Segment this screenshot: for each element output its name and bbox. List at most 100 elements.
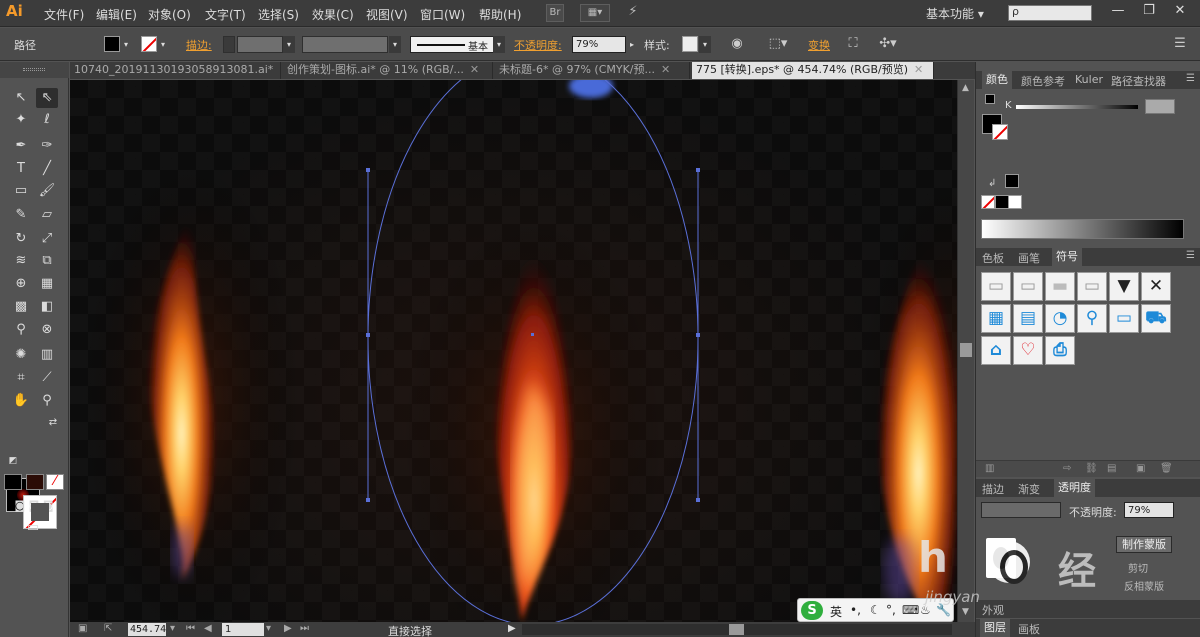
menu-select[interactable]: 选择(S) — [258, 6, 299, 23]
free-transform-tool-icon[interactable]: ⧉ — [36, 251, 58, 271]
gradient-tool-icon[interactable]: ◧ — [36, 297, 58, 317]
variable-width-profile[interactable] — [302, 36, 388, 53]
tab-close-icon[interactable]: ✕ — [661, 63, 670, 76]
place-symbol-icon[interactable]: ⇨ — [1063, 463, 1071, 474]
clip-checkbox-label[interactable]: 剪切 — [1128, 560, 1148, 575]
perspective-grid-tool-icon[interactable]: ▦ — [36, 274, 58, 294]
stroke-label[interactable]: 描边: — [186, 37, 212, 53]
dot-icon[interactable]: °, — [886, 603, 896, 617]
stroke-weight-stepper[interactable] — [223, 36, 235, 53]
tab-transparency[interactable]: 透明度 — [1054, 479, 1095, 497]
default-fill-stroke-icon[interactable]: ◩ — [2, 451, 24, 471]
stroke-dropdown-icon[interactable]: ▾ — [158, 36, 168, 53]
transparency-opacity-field[interactable]: 79% — [1124, 502, 1174, 518]
magic-wand-tool-icon[interactable]: ✦ — [10, 110, 32, 130]
tab-layers[interactable]: 图层 — [980, 619, 1010, 637]
zoom-tool-icon[interactable]: ⚲ — [36, 391, 58, 411]
type-tool-icon[interactable]: T — [10, 159, 32, 179]
align-to-selection-icon[interactable]: ⬚▾ — [765, 35, 791, 53]
none-swatch[interactable] — [981, 195, 995, 209]
scale-tool-icon[interactable]: ⤢ — [36, 229, 58, 249]
restore-button[interactable]: ❐ — [1135, 2, 1163, 20]
sogou-logo[interactable]: S — [801, 601, 823, 620]
swap-fill-stroke-icon[interactable]: ⇄ — [42, 413, 64, 433]
menu-object[interactable]: 对象(O) — [148, 6, 191, 23]
delete-symbol-icon[interactable]: 🗑 — [1160, 463, 1173, 474]
tab-artboards[interactable]: 画板 — [1018, 621, 1040, 637]
recolor-artwork-icon[interactable]: ◉ — [727, 35, 747, 53]
blend-tool-icon[interactable]: ⊗ — [36, 320, 58, 340]
brush-definition[interactable]: 基本 — [410, 36, 505, 53]
new-symbol-icon[interactable]: ▣ — [1136, 463, 1145, 474]
symbol-close-icon[interactable]: ✕ — [1141, 272, 1171, 301]
symbol-options-icon[interactable]: ▤ — [1107, 463, 1116, 474]
shape-builder-tool-icon[interactable]: ⊕ — [10, 274, 32, 294]
workspace-switcher[interactable]: 基本功能 ▾ — [926, 5, 984, 22]
anchor-point[interactable] — [366, 168, 370, 172]
tab-close-icon[interactable]: ✕ — [470, 63, 479, 76]
eraser-tool-icon[interactable]: ▱ — [36, 205, 58, 225]
stroke-weight-dropdown-icon[interactable]: ▾ — [283, 36, 295, 53]
graphic-style-swatch[interactable] — [682, 36, 698, 52]
tab-kuler[interactable]: Kuler — [1075, 73, 1103, 86]
next-artboard-icon[interactable]: ▶ — [284, 623, 292, 634]
menu-help[interactable]: 帮助(H) — [479, 6, 521, 23]
gpu-performance-icon[interactable]: ⚡ — [622, 4, 644, 22]
tab-close-icon[interactable]: ✕ — [279, 63, 280, 76]
stroke-weight-field[interactable] — [237, 36, 283, 53]
horizontal-scrollbar[interactable] — [522, 624, 952, 635]
color-stroke-swatch[interactable] — [992, 124, 1008, 140]
symbol-search-icon[interactable]: ⚲ — [1077, 304, 1107, 333]
pencil-tool-icon[interactable]: ✎ — [10, 205, 32, 225]
symbol-slider-icon[interactable]: ▭ — [1077, 272, 1107, 301]
direct-selection-tool-icon[interactable]: ⇖ — [36, 88, 58, 108]
tab-swatches[interactable]: 色板 — [982, 250, 1004, 266]
hand-tool-icon[interactable]: ✋ — [10, 391, 32, 411]
horizontal-scroll-thumb[interactable] — [729, 624, 744, 635]
tab-stroke[interactable]: 描边 — [982, 481, 1004, 497]
tab-document-2[interactable]: 创作策划-图标.ai* @ 11% (RGB/... ✕ — [283, 62, 493, 79]
tab-symbols[interactable]: 符号 — [1052, 248, 1082, 266]
status-menu-icon[interactable]: ▶ — [508, 623, 516, 634]
gradient-mode-icon[interactable] — [26, 474, 44, 490]
tab-pathfinder[interactable]: 路径查找器 — [1111, 73, 1166, 89]
make-mask-button[interactable]: 制作蒙版 — [1116, 536, 1172, 553]
white-quick-swatch[interactable] — [1008, 195, 1022, 209]
symbol-calendar-icon[interactable]: ▦ — [981, 304, 1011, 333]
toolbox-grip[interactable] — [0, 62, 69, 78]
menu-edit[interactable]: 编辑(E) — [96, 6, 137, 23]
fill-swatch[interactable] — [104, 36, 120, 52]
menu-type[interactable]: 文字(T) — [205, 6, 246, 23]
first-artboard-icon[interactable]: ⏮ — [186, 623, 195, 634]
bridge-button[interactable]: Br — [546, 4, 564, 22]
tab-document-3[interactable]: 未标题-6* @ 97% (CMYK/预... ✕ — [495, 62, 690, 79]
tab-color-guide[interactable]: 颜色参考 — [1021, 73, 1065, 89]
scroll-down-icon[interactable]: ▼ — [962, 607, 969, 617]
rotate-tool-icon[interactable]: ↻ — [10, 229, 32, 249]
zoom-level-field[interactable]: 454.74 — [128, 623, 166, 636]
black-quick-swatch[interactable] — [995, 195, 1009, 209]
anchor-point[interactable] — [366, 498, 370, 502]
screen-mode-icon[interactable]: ▭ — [22, 518, 44, 538]
anchor-point[interactable] — [696, 498, 700, 502]
anchor-point[interactable] — [696, 333, 700, 337]
tab-document-4[interactable]: 775 [转换].eps* @ 454.74% (RGB/预览) ✕ — [692, 62, 934, 79]
close-button[interactable]: ✕ — [1166, 2, 1194, 20]
artboard-number-field[interactable]: 1 — [222, 623, 264, 636]
minimize-button[interactable]: — — [1104, 2, 1132, 20]
symbol-home-icon[interactable]: ⌂ — [981, 336, 1011, 365]
menu-window[interactable]: 窗口(W) — [420, 6, 465, 23]
opacity-dropdown-icon[interactable]: ▸ — [626, 36, 638, 53]
menu-file[interactable]: 文件(F) — [44, 6, 84, 23]
isolate-selection-icon[interactable]: ⛶ — [843, 35, 863, 53]
scroll-up-icon[interactable]: ▲ — [962, 83, 969, 93]
color-mode-icon[interactable] — [4, 474, 22, 490]
fill-dropdown-icon[interactable]: ▾ — [121, 36, 131, 53]
keyboard-icon[interactable]: ⌨ — [902, 603, 919, 617]
punctuation-icon[interactable]: •, — [850, 603, 861, 617]
tab-color[interactable]: 颜色 — [982, 71, 1012, 89]
gpu-icon[interactable]: ▣ — [78, 623, 87, 634]
out-of-gamut-icon[interactable]: ↲ — [988, 178, 996, 189]
symbols-panel-menu-icon[interactable]: ☰ — [1186, 250, 1195, 261]
artboard-dropdown-icon[interactable]: ▾ — [266, 623, 271, 634]
